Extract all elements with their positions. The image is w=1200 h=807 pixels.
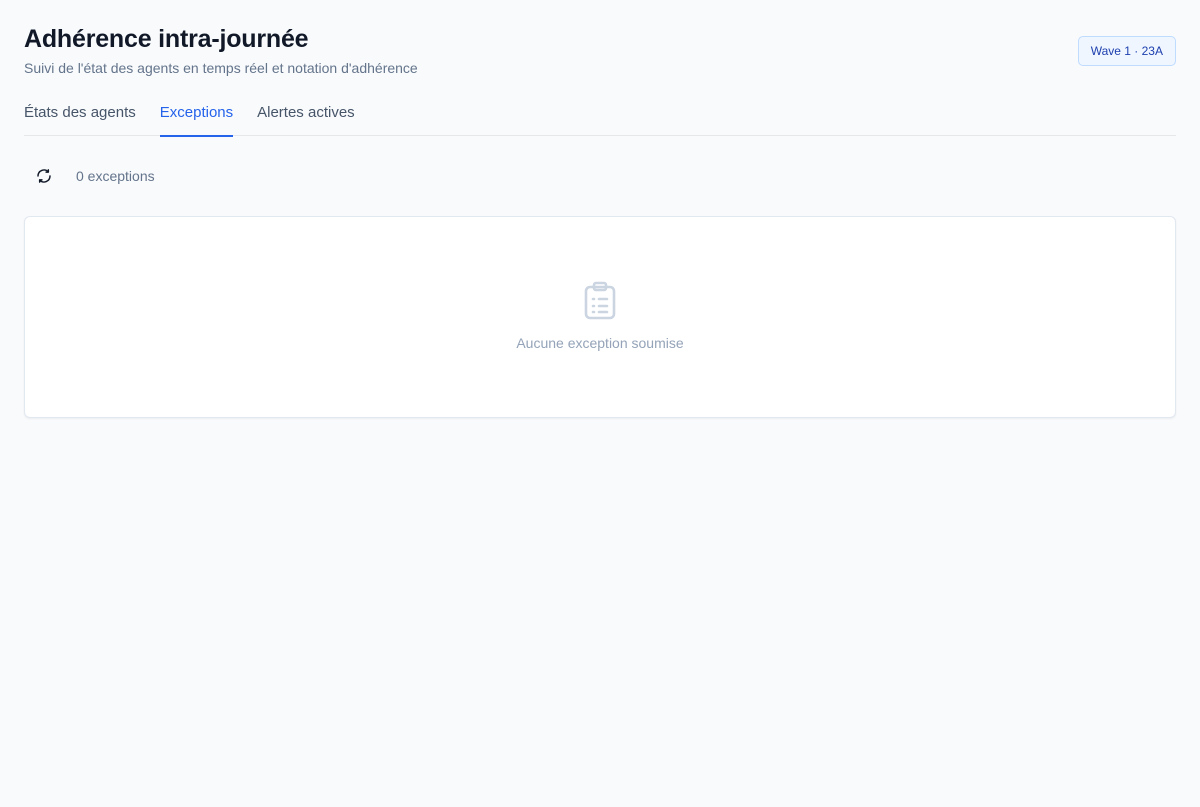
tab-active-alerts[interactable]: Alertes actives — [257, 88, 355, 136]
exceptions-empty-state: Aucune exception soumise — [24, 216, 1176, 418]
exceptions-count: 0 exceptions — [76, 168, 155, 184]
refresh-icon — [36, 168, 52, 184]
clipboard-list-icon — [582, 281, 618, 321]
tab-bar: États des agents Exceptions Alertes acti… — [24, 88, 1176, 137]
page-title: Adhérence intra-journée — [24, 25, 309, 53]
tab-agent-states[interactable]: États des agents — [24, 88, 136, 136]
adherence-page: Adhérence intra-journée Suivi de l'état … — [0, 0, 1200, 807]
empty-state-message: Aucune exception soumise — [516, 335, 684, 351]
exceptions-toolbar: 0 exceptions — [24, 136, 1176, 216]
tab-exceptions[interactable]: Exceptions — [159, 88, 234, 137]
refresh-button[interactable] — [32, 164, 56, 188]
page-subtitle: Suivi de l'état des agents en temps réel… — [24, 60, 418, 76]
page-header: Adhérence intra-journée Suivi de l'état … — [24, 0, 1176, 88]
wave-badge: Wave 1 · 23A — [1077, 36, 1176, 66]
